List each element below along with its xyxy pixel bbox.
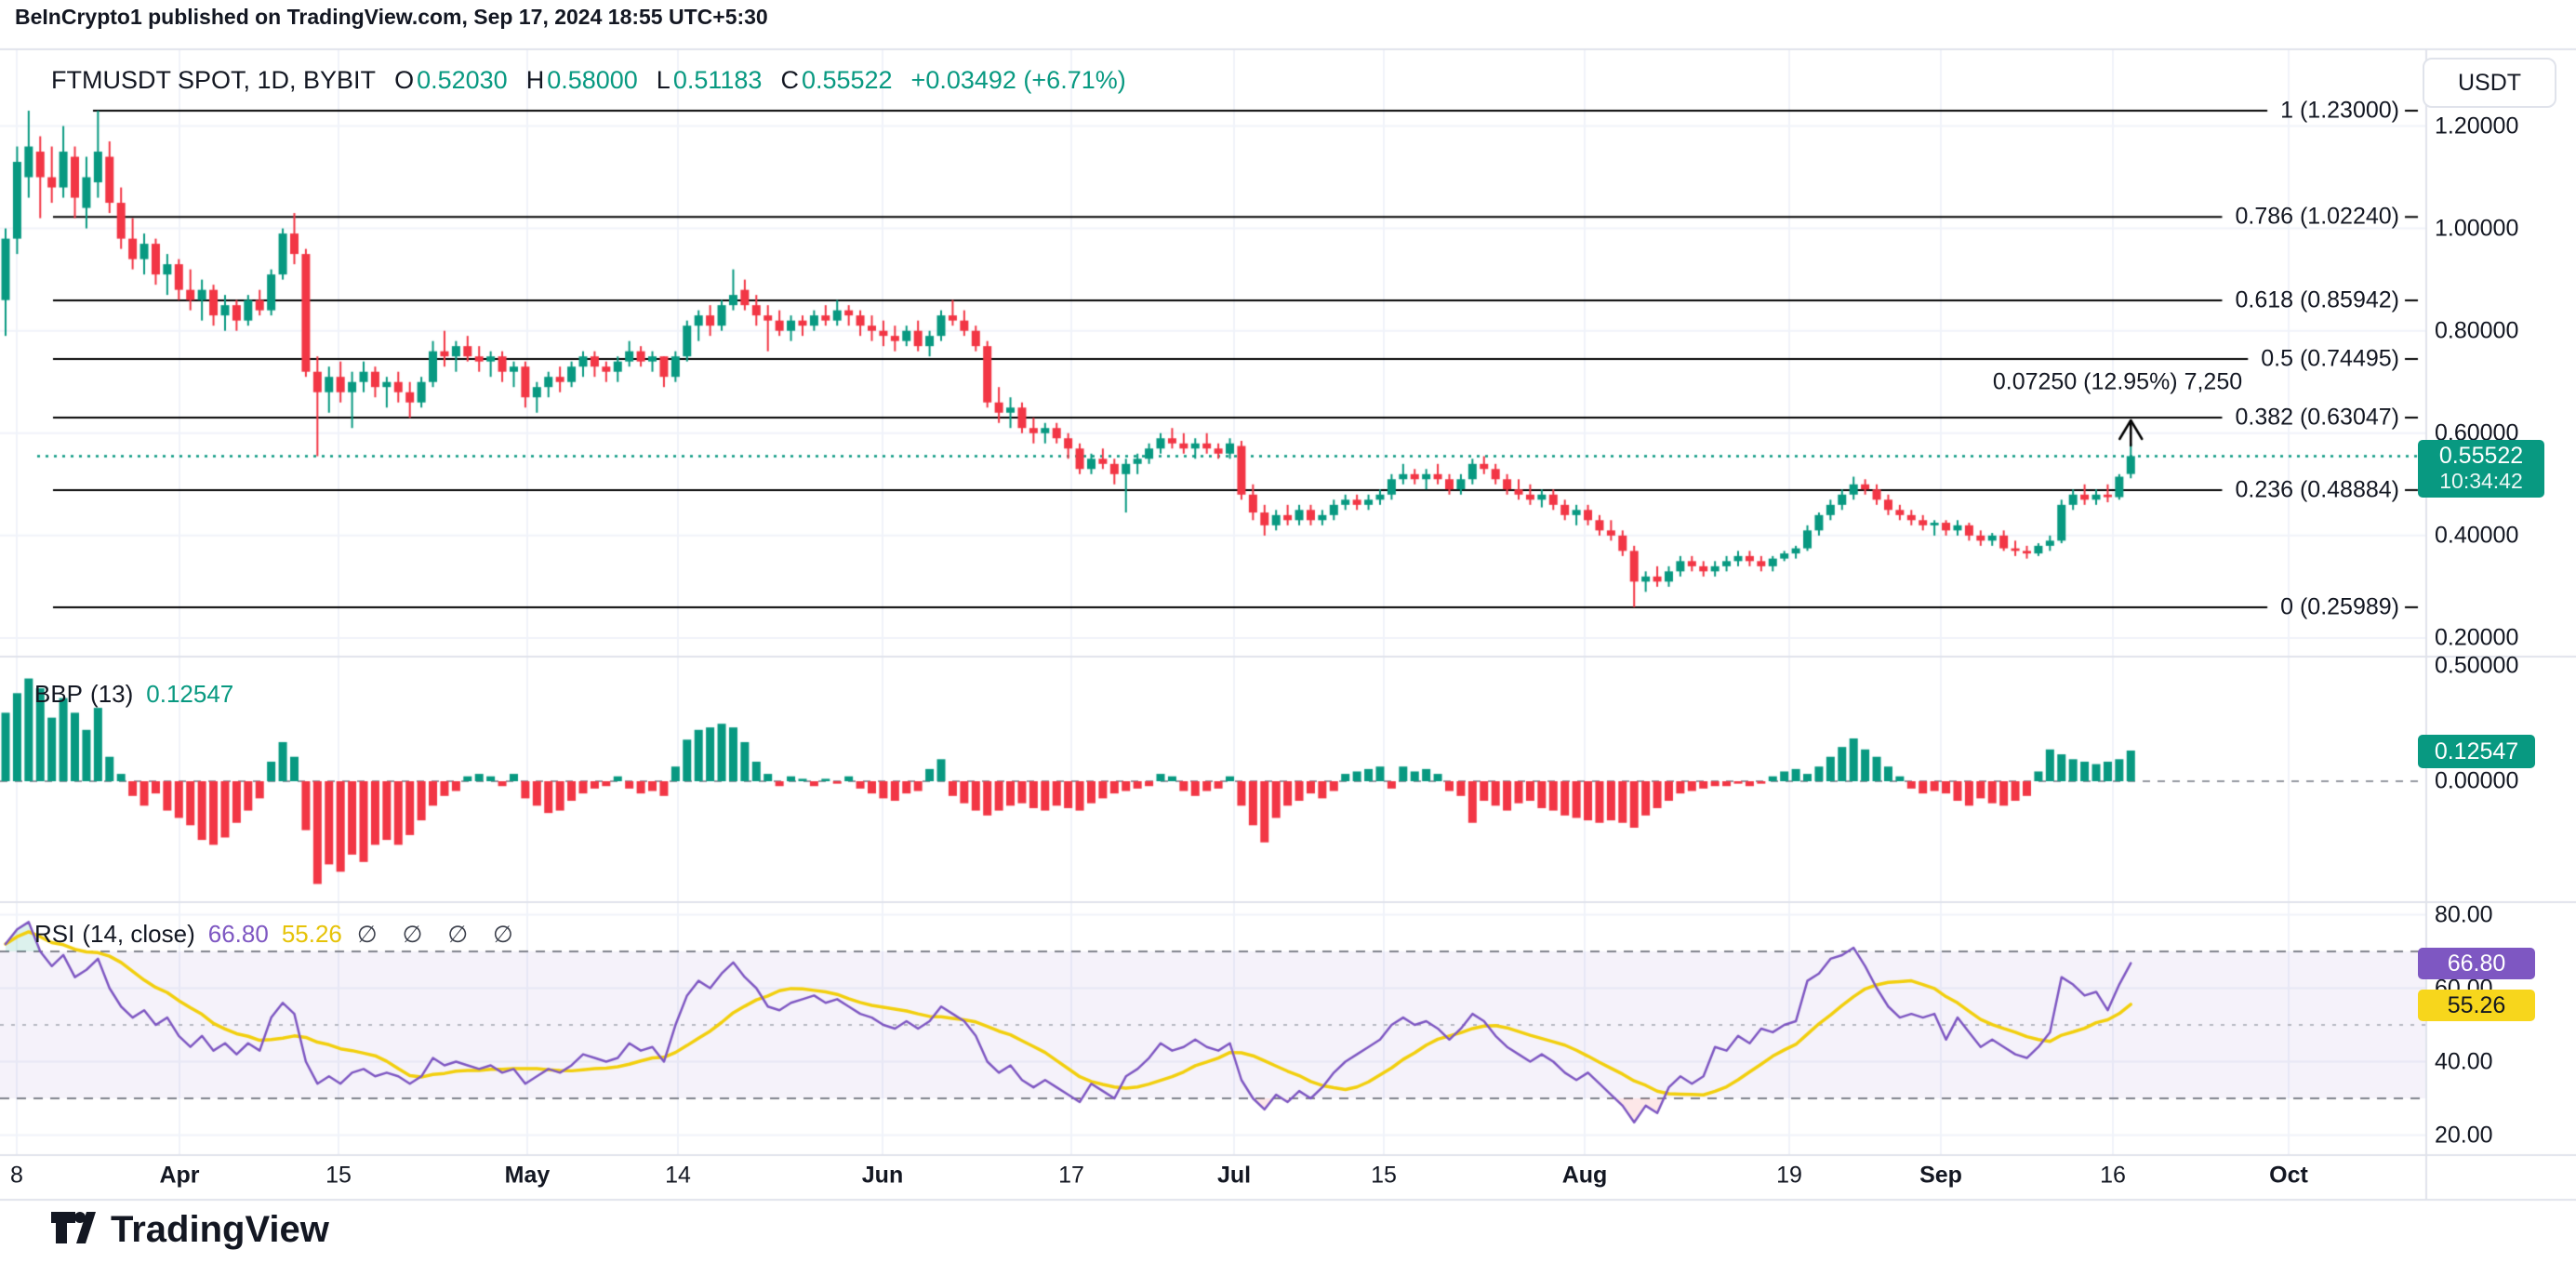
rsi-hidden-plots: ∅ ∅ ∅ ∅ (357, 922, 523, 948)
rsi-title: RSI (34, 920, 74, 948)
open-value: 0.52030 (417, 66, 508, 94)
bbp-value: 0.12547 (146, 680, 233, 708)
time-axis-label: 16 (2100, 1163, 2126, 1190)
last-price-value: 0.55522 (2418, 443, 2544, 469)
time-axis-label: 17 (1058, 1163, 1084, 1190)
bbp-axis-label: 0.00000 (2435, 768, 2518, 795)
bbp-params: (13) (90, 680, 133, 708)
fib-level-label: 0.236 (0.48884) (2235, 476, 2399, 503)
fib-level-label: 0 (0.25989) (2280, 593, 2399, 620)
price-axis-label: 1.00000 (2435, 215, 2518, 242)
time-axis-label: Apr (159, 1163, 199, 1190)
change-value: +0.03492 (+6.71%) (911, 66, 1126, 94)
fib-level-label: 0.618 (0.85942) (2235, 286, 2399, 313)
high-value: 0.58000 (547, 66, 638, 94)
price-axis-label: 0.20000 (2435, 624, 2518, 651)
bbp-value-badge: 0.12547 (2418, 735, 2535, 768)
chart-canvas[interactable] (0, 0, 2576, 1263)
close-value: 0.55522 (802, 66, 893, 94)
low-label: L (657, 66, 671, 94)
price-axis-label: 1.20000 (2435, 113, 2518, 140)
attribution-text: BeInCrypto1 published on TradingView.com… (15, 5, 768, 30)
last-price-badge: 0.55522 10:34:42 (2418, 440, 2544, 498)
rsi-value-badge: 66.80 (2418, 948, 2535, 979)
rsi-indicator-legend[interactable]: RSI (14, close) 66.80 55.26 ∅ ∅ ∅ ∅ (34, 920, 523, 949)
symbol-title: FTMUSDT SPOT, 1D, BYBIT (51, 66, 376, 94)
tradingview-logo[interactable]: TradingView (51, 1209, 329, 1251)
fib-level-label: 0.786 (1.02240) (2235, 204, 2399, 231)
time-axis-label: Aug (1562, 1163, 1608, 1190)
symbol-info-bar[interactable]: FTMUSDT SPOT, 1D, BYBIT O0.52030 H0.58000 L… (51, 66, 1126, 95)
fib-level-label: 1 (1.23000) (2280, 98, 2399, 125)
open-label: O (394, 66, 414, 94)
tradingview-chart-page: BeInCrypto1 published on TradingView.com… (0, 0, 2576, 1263)
rsi-axis-label: 20.00 (2435, 1122, 2493, 1149)
currency-toggle-button[interactable]: USDT (2423, 58, 2556, 108)
time-axis-label: 19 (1776, 1163, 1802, 1190)
time-axis-label: Jul (1217, 1163, 1251, 1190)
time-axis-label: Jun (862, 1163, 903, 1190)
time-axis-label: 8 (10, 1163, 23, 1190)
bbp-title: BBP (34, 680, 83, 708)
countdown-timer: 10:34:42 (2418, 469, 2544, 493)
rsi-ma-value: 55.26 (282, 920, 342, 948)
rsi-ma-value-badge: 55.26 (2418, 990, 2535, 1021)
rsi-axis-label: 40.00 (2435, 1048, 2493, 1075)
bbp-axis-label: 0.50000 (2435, 653, 2518, 680)
measure-annotation-text: 0.07250 (12.95%) 7,250 (1993, 369, 2242, 396)
rsi-params: (14, close) (82, 920, 194, 948)
rsi-axis-label: 80.00 (2435, 901, 2493, 928)
time-axis-label: 15 (1371, 1163, 1397, 1190)
bbp-indicator-legend[interactable]: BBP(13) 0.12547 (34, 680, 233, 709)
tradingview-logo-icon (51, 1211, 96, 1249)
time-axis-label: Oct (2269, 1163, 2308, 1190)
price-axis-label: 0.40000 (2435, 522, 2518, 549)
fib-level-label: 0.5 (0.74495) (2261, 345, 2399, 372)
time-axis-label: 15 (325, 1163, 352, 1190)
tradingview-logo-text: TradingView (111, 1209, 329, 1251)
low-value: 0.51183 (673, 66, 763, 94)
fib-level-label: 0.382 (0.63047) (2235, 404, 2399, 431)
close-label: C (780, 66, 799, 94)
time-axis-label: May (505, 1163, 551, 1190)
price-axis-label: 0.80000 (2435, 317, 2518, 344)
high-label: H (526, 66, 545, 94)
time-axis-label: 14 (665, 1163, 691, 1190)
time-axis-label: Sep (1919, 1163, 1962, 1190)
rsi-value: 66.80 (208, 920, 269, 948)
